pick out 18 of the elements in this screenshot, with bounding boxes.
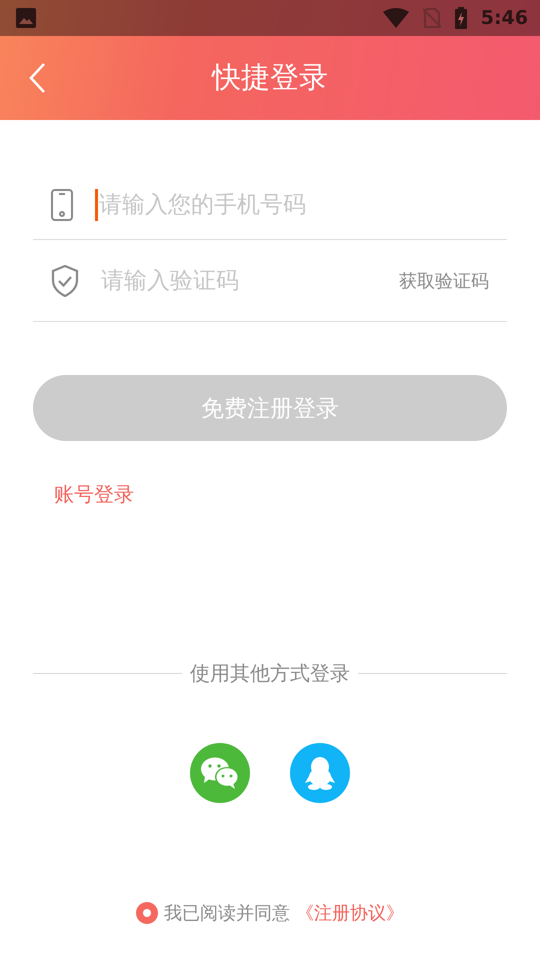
page-title: 快捷登录 xyxy=(212,59,328,96)
phone-input-field[interactable]: 请输入您的手机号码 xyxy=(99,192,507,218)
image-icon xyxy=(16,8,36,28)
get-code-button[interactable]: 获取验证码 xyxy=(399,268,507,292)
shield-check-icon xyxy=(51,264,79,296)
agreement-link[interactable]: 《注册协议》 xyxy=(296,901,404,925)
other-login-label: 使用其他方式登录 xyxy=(190,660,350,687)
account-login-link[interactable]: 账号登录 xyxy=(54,481,134,508)
battery-icon xyxy=(454,7,467,29)
penguin-icon xyxy=(304,756,336,790)
wechat-icon xyxy=(200,756,240,790)
phone-icon xyxy=(51,188,73,220)
agree-text: 我已阅读并同意 xyxy=(164,902,290,925)
code-input-field[interactable]: 请输入验证码 xyxy=(101,268,399,294)
agree-radio[interactable] xyxy=(136,902,158,924)
clock-time: 5:46 xyxy=(480,7,528,29)
wifi-icon xyxy=(382,8,409,28)
no-sim-icon xyxy=(422,8,441,28)
